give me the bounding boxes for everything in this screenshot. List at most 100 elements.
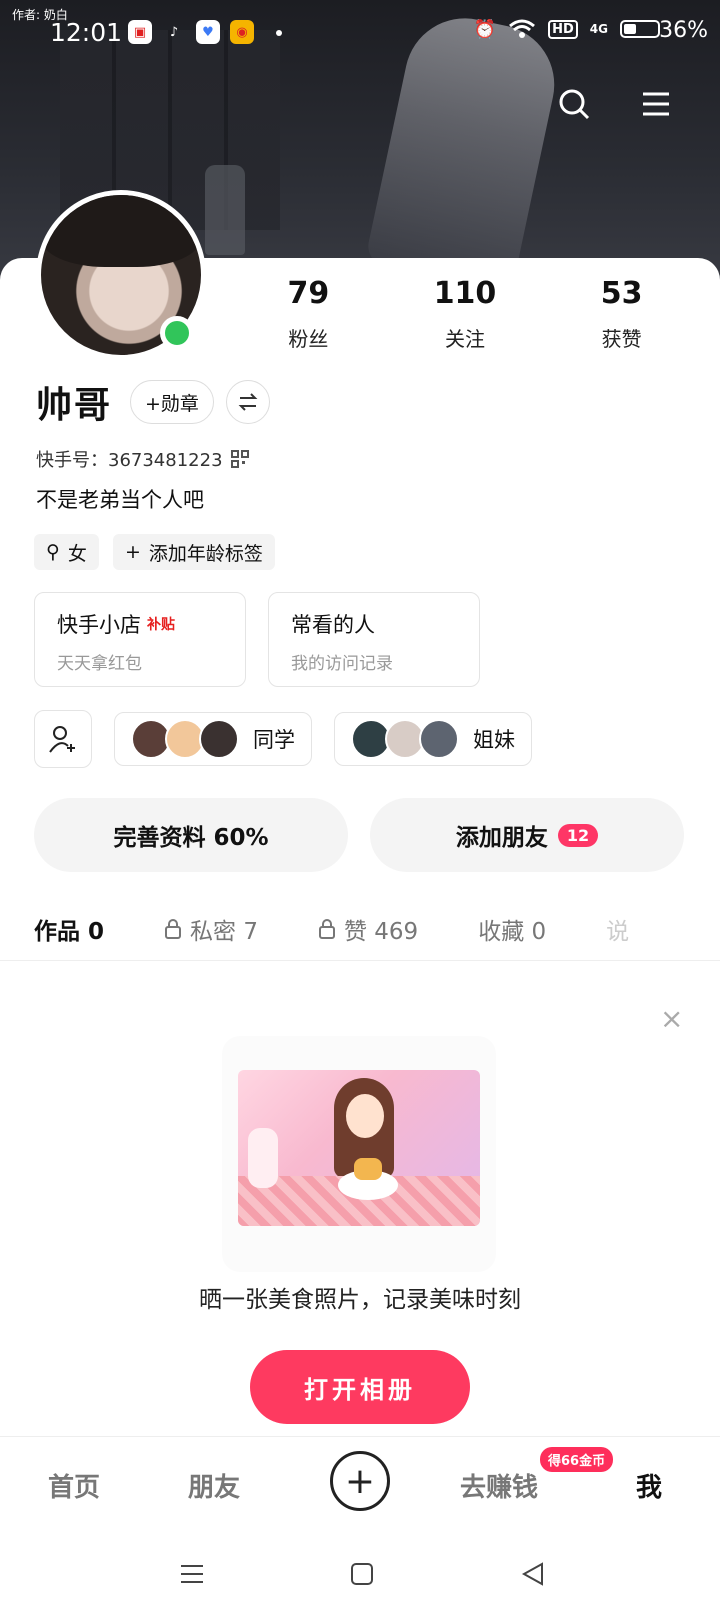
kuaishou-id: 快手号：3673481223 (36, 450, 223, 471)
battery-icon (620, 20, 660, 38)
avatar-hair (41, 195, 201, 267)
kuaishou-id-row[interactable]: 快手号：3673481223 (36, 446, 249, 472)
hd-icon: HD (548, 19, 578, 39)
add-badge-button[interactable]: +勋章 (130, 380, 214, 424)
shop-subtitle: 天天拿红包 (57, 654, 142, 674)
search-icon[interactable] (558, 88, 590, 120)
tab-favorites[interactable]: 收藏 0 (478, 898, 546, 960)
add-friends-button[interactable]: 添加朋友 12 (370, 798, 684, 872)
stat-label: 获赞 (601, 327, 642, 351)
action-buttons: 完善资料 60% 添加朋友 12 (34, 798, 684, 872)
add-person-button[interactable] (34, 710, 92, 768)
stat-label: 粉丝 (288, 327, 329, 351)
stat-followers[interactable]: 79 粉丝 (230, 276, 387, 352)
nav-me[interactable]: 我 (636, 1467, 662, 1504)
frequent-visitors-box[interactable]: 常看的人 我的访问记录 (268, 592, 480, 687)
nav-friends[interactable]: 朋友 (188, 1467, 240, 1504)
add-friends-badge: 12 (557, 823, 599, 847)
recent-apps-icon[interactable] (178, 1560, 206, 1588)
alarm-icon: ⏰ (473, 18, 497, 40)
create-button[interactable]: + (330, 1451, 390, 1511)
cover-lamp (205, 165, 245, 255)
stat-value: 53 (600, 276, 643, 311)
plus-icon: + (124, 541, 141, 563)
group-label: 姐妹 (473, 728, 515, 752)
status-right-icons: ⏰ HD 4G (474, 18, 660, 40)
stat-label: 关注 (445, 327, 485, 351)
tiktok-icon: ♪ (169, 24, 179, 40)
back-icon[interactable] (520, 1560, 548, 1588)
female-icon: ⚲ (46, 541, 60, 563)
feature-boxes: 快手小店 补贴 天天拿红包 常看的人 我的访问记录 (34, 592, 480, 687)
shop-box[interactable]: 快手小店 补贴 天天拿红包 (34, 592, 246, 687)
people-row: 同学 姐妹 (34, 710, 532, 768)
gender-tag-label: 女 (67, 542, 87, 565)
avatar (199, 719, 239, 759)
name-row: 帅哥 +勋章 (36, 376, 270, 428)
video-app-icon: ▣ (128, 20, 152, 44)
stat-value: 79 (287, 276, 330, 311)
tab-label: 赞 469 (343, 919, 419, 945)
status-bar: 作者: 奶白 12:01 ▣ ♪ ♥ ◉ ⏰ HD 4G 36% (0, 0, 720, 60)
profile-bio: 不是老弟当个人吧 (36, 488, 204, 512)
stat-following[interactable]: 110 关注 (387, 276, 544, 352)
profile-tags: ⚲ 女 + 添加年龄标签 (34, 534, 275, 570)
profile-name: 帅哥 (36, 385, 113, 426)
weibo-icon: ◉ (230, 20, 254, 44)
online-status-dot (160, 316, 194, 350)
tab-works[interactable]: 作品 0 (34, 898, 104, 960)
frequent-subtitle: 我的访问记录 (291, 654, 393, 674)
battery-percent: 36% (659, 18, 708, 43)
earn-badge: 得66金币 (540, 1447, 614, 1472)
wifi-icon (509, 19, 536, 38)
gender-tag[interactable]: ⚲ 女 (34, 534, 99, 570)
tab-label: 收藏 0 (478, 919, 547, 945)
empty-state-text: 晒一张美食照片，记录美味时刻 (199, 1287, 521, 1313)
illustration-cake (338, 1158, 398, 1200)
notification-icons: ▣ ♪ ♥ ◉ (128, 20, 254, 44)
frequent-title: 常看的人 (291, 613, 375, 637)
profile-stats: 79 粉丝 110 关注 53 获赞 (230, 276, 700, 352)
status-time: 12:01 (50, 18, 123, 47)
menu-icon[interactable] (640, 88, 672, 120)
tab-liked[interactable]: 赞 469 (318, 898, 418, 960)
complete-profile-button[interactable]: 完善资料 60% (34, 798, 348, 872)
more-notifications-dot (276, 30, 282, 36)
tab-more[interactable]: 说 (606, 898, 629, 960)
classmates-group[interactable]: 同学 (114, 712, 312, 766)
sisters-group[interactable]: 姐妹 (334, 712, 532, 766)
top-actions (558, 88, 672, 120)
bottom-nav: 首页 朋友 + 去赚钱 得66金币 我 (0, 1436, 720, 1536)
qr-code-icon[interactable] (230, 450, 249, 468)
open-album-button[interactable]: 打开相册 (250, 1350, 470, 1424)
signal-icon: 4G (589, 22, 608, 36)
tab-label: 作品 0 (34, 919, 105, 945)
avatar (419, 719, 459, 759)
home-icon[interactable] (348, 1560, 376, 1588)
close-icon[interactable]: × (660, 1002, 683, 1035)
add-age-tag-label: 添加年龄标签 (148, 542, 263, 565)
tab-divider (0, 960, 720, 961)
illustration-face (346, 1094, 384, 1138)
lock-icon (318, 919, 335, 939)
heart-app-icon: ♥ (196, 20, 220, 44)
illustration-picture (238, 1070, 480, 1226)
swap-icon (238, 393, 258, 411)
tab-label: 私密 7 (190, 919, 258, 945)
stat-likes[interactable]: 53 获赞 (543, 276, 700, 352)
system-nav-bar (0, 1536, 720, 1612)
add-friends-label: 添加朋友 (455, 825, 548, 851)
food-illustration (222, 1036, 496, 1272)
nav-earn[interactable]: 去赚钱 (460, 1467, 538, 1504)
content-tabs: 作品 0 私密 7 赞 469 收藏 0 说 (34, 898, 720, 960)
switch-account-button[interactable] (225, 380, 270, 424)
lock-icon (165, 919, 182, 939)
illustration-vase (248, 1128, 278, 1188)
shop-title: 快手小店 (57, 613, 141, 637)
tab-label: 说 (606, 919, 630, 945)
stat-value: 110 (433, 276, 497, 311)
subsidy-tag: 补贴 (147, 617, 175, 633)
tab-private[interactable]: 私密 7 (164, 898, 258, 960)
add-age-tag[interactable]: + 添加年龄标签 (112, 534, 275, 570)
nav-home[interactable]: 首页 (48, 1467, 100, 1504)
